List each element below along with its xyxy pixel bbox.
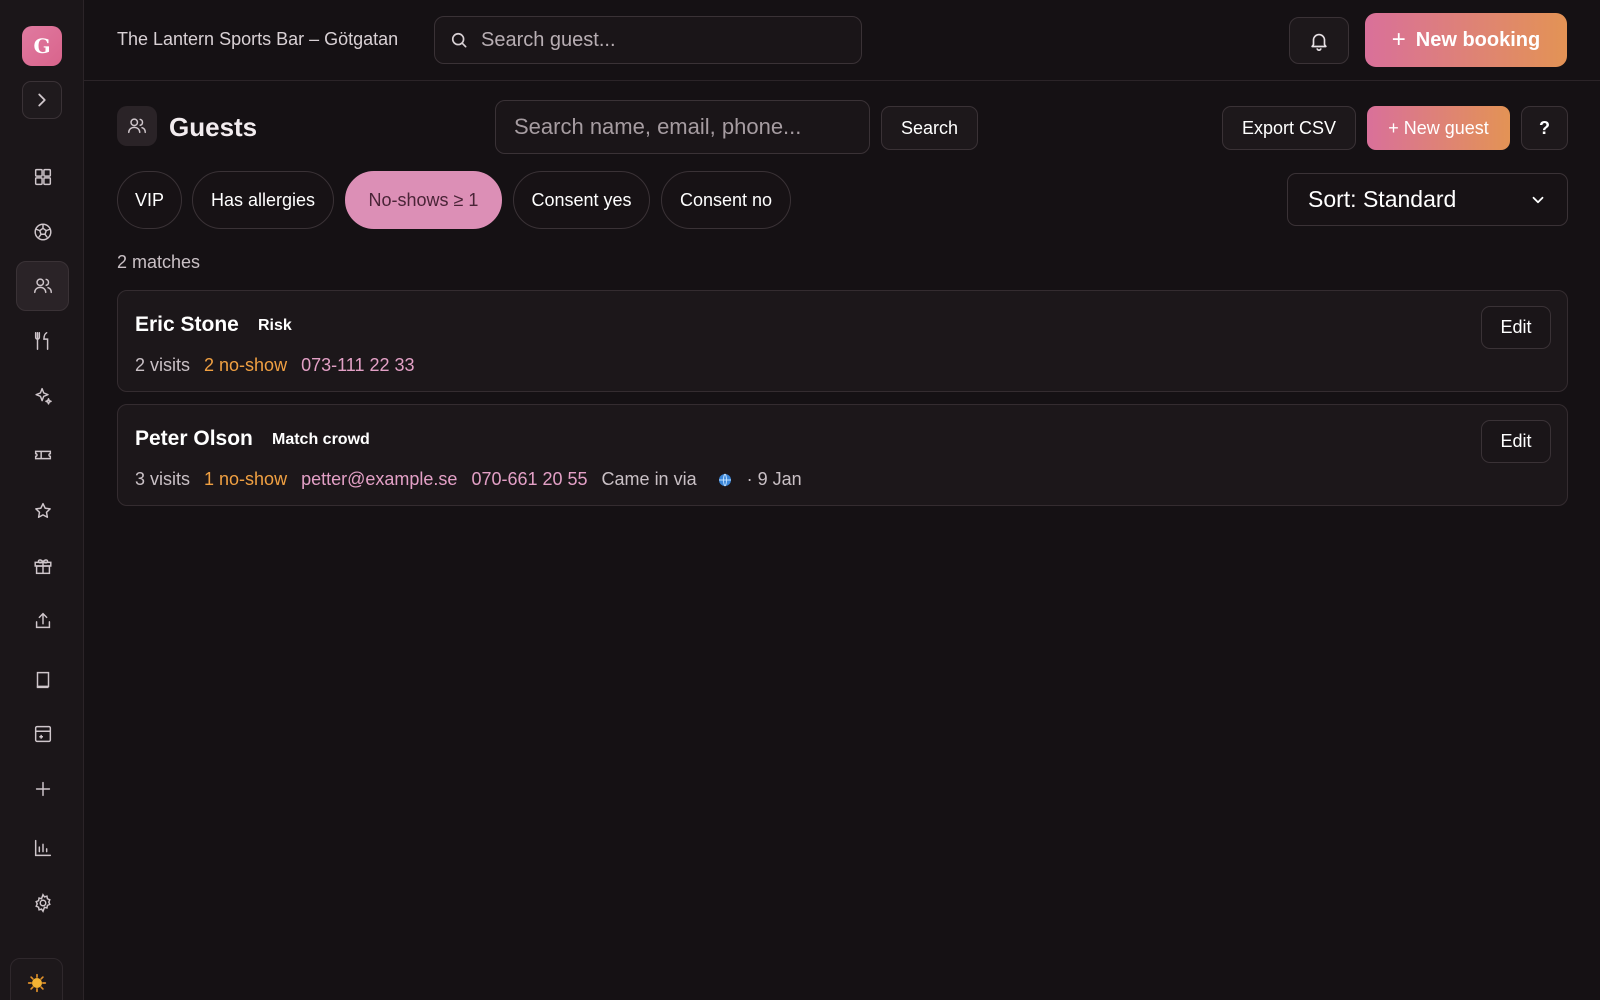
- guest-card[interactable]: Eric Stone Risk 2 visits 2 no-show 073-1…: [117, 290, 1568, 392]
- utensils-icon: [34, 332, 48, 350]
- guests-page-icon: [117, 106, 157, 146]
- guest-card[interactable]: Peter Olson Match crowd 3 visits 1 no-sh…: [117, 404, 1568, 506]
- sidebar-item-layout[interactable]: [16, 709, 69, 759]
- expand-sidebar-button[interactable]: [22, 81, 62, 119]
- guest-meta: 2 visits 2 no-show 073-111 22 33: [135, 355, 415, 376]
- top-bar: The Lantern Sports Bar – Götgatan + New …: [84, 0, 1600, 81]
- sidebar-item-menu[interactable]: [16, 316, 69, 366]
- plus-icon: [35, 781, 50, 797]
- guest-meta: 3 visits 1 no-show petter@example.se 070…: [135, 469, 802, 490]
- sidebar: G: [0, 0, 84, 1000]
- guest-search-input[interactable]: [495, 100, 870, 154]
- sidebar-item-statistics[interactable]: [16, 823, 69, 873]
- guest-name: Eric Stone: [135, 313, 239, 336]
- sidebar-item-sports[interactable]: [16, 207, 69, 257]
- sidebar-item-ai[interactable]: [16, 371, 69, 421]
- gift-icon: [33, 559, 52, 575]
- chevron-down-icon: [1532, 196, 1544, 203]
- top-search-input[interactable]: [481, 28, 841, 52]
- guest-tag: Match crowd: [272, 431, 370, 448]
- sort-select[interactable]: Sort: Standard: [1287, 173, 1568, 226]
- top-search-box[interactable]: [434, 16, 862, 64]
- sidebar-item-share[interactable]: [16, 596, 69, 646]
- plus-icon: +: [1391, 26, 1406, 53]
- share-icon: [35, 612, 50, 629]
- app-logo[interactable]: G: [22, 26, 62, 66]
- sidebar-item-add[interactable]: [16, 764, 69, 814]
- filter-chip-consent-yes[interactable]: Consent yes: [513, 171, 650, 229]
- sun-icon: [27, 973, 46, 993]
- notifications-button[interactable]: [1289, 17, 1349, 64]
- match-count: 2 matches: [117, 252, 201, 272]
- edit-guest-button[interactable]: Edit: [1481, 306, 1551, 349]
- sort-selected-value: Sort: Standard: [1308, 186, 1457, 212]
- new-guest-button[interactable]: + New guest: [1367, 106, 1510, 150]
- came-in-via-label: Came in via: [601, 469, 697, 489]
- guest-phone[interactable]: 070-661 20 55: [471, 469, 587, 490]
- sidebar-item-dashboard[interactable]: [16, 152, 69, 202]
- dashboard-icon: [34, 168, 51, 186]
- sidebar-item-gift-cards[interactable]: [16, 541, 69, 591]
- sidebar-item-tickets[interactable]: [16, 430, 69, 480]
- bar-chart-icon: [34, 839, 51, 857]
- new-booking-button[interactable]: + New booking: [1365, 13, 1567, 67]
- sidebar-item-guests[interactable]: [16, 261, 69, 311]
- filter-chip-consent-no[interactable]: Consent no: [661, 171, 791, 229]
- bell-icon: [1311, 33, 1327, 51]
- guest-tag: Risk: [258, 317, 292, 334]
- page-title: Guests: [169, 112, 258, 142]
- sidebar-item-guestbook[interactable]: [16, 655, 69, 705]
- sidebar-item-settings[interactable]: [16, 878, 69, 928]
- no-show-count: 2 no-show: [204, 355, 288, 375]
- chevron-right-icon: [38, 93, 46, 107]
- theme-toggle-button[interactable]: [10, 958, 63, 1000]
- guest-name: Peter Olson: [135, 427, 253, 450]
- search-icon: [451, 32, 467, 48]
- help-button[interactable]: ?: [1521, 106, 1568, 150]
- filter-chip-no-shows[interactable]: No-shows ≥ 1: [345, 171, 502, 229]
- export-csv-button[interactable]: Export CSV: [1222, 106, 1356, 150]
- star-icon: [34, 502, 51, 518]
- visit-date: · 9 Jan: [746, 469, 802, 489]
- guest-email[interactable]: petter@example.se: [301, 469, 457, 490]
- filter-chip-vip[interactable]: VIP: [117, 171, 182, 229]
- filter-chip-allergies[interactable]: Has allergies: [192, 171, 334, 229]
- book-icon: [36, 671, 49, 689]
- guest-phone[interactable]: 073-111 22 33: [301, 355, 414, 376]
- ticket-icon: [34, 450, 51, 460]
- new-booking-label: New booking: [1415, 28, 1541, 51]
- no-show-count: 1 no-show: [204, 469, 288, 489]
- visit-count: 2 visits: [135, 355, 191, 375]
- venue-name: The Lantern Sports Bar – Götgatan: [117, 29, 399, 49]
- gear-icon: [34, 893, 51, 913]
- users-icon: [33, 278, 52, 294]
- football-icon: [33, 223, 52, 241]
- visit-count: 3 visits: [135, 469, 191, 489]
- globe-icon: [718, 473, 731, 486]
- sidebar-item-favorites[interactable]: [16, 486, 69, 536]
- edit-guest-button[interactable]: Edit: [1481, 420, 1551, 463]
- layout-icon: [34, 725, 51, 743]
- search-button[interactable]: Search: [881, 106, 978, 150]
- users-icon: [128, 118, 146, 134]
- sparkles-icon: [34, 387, 52, 405]
